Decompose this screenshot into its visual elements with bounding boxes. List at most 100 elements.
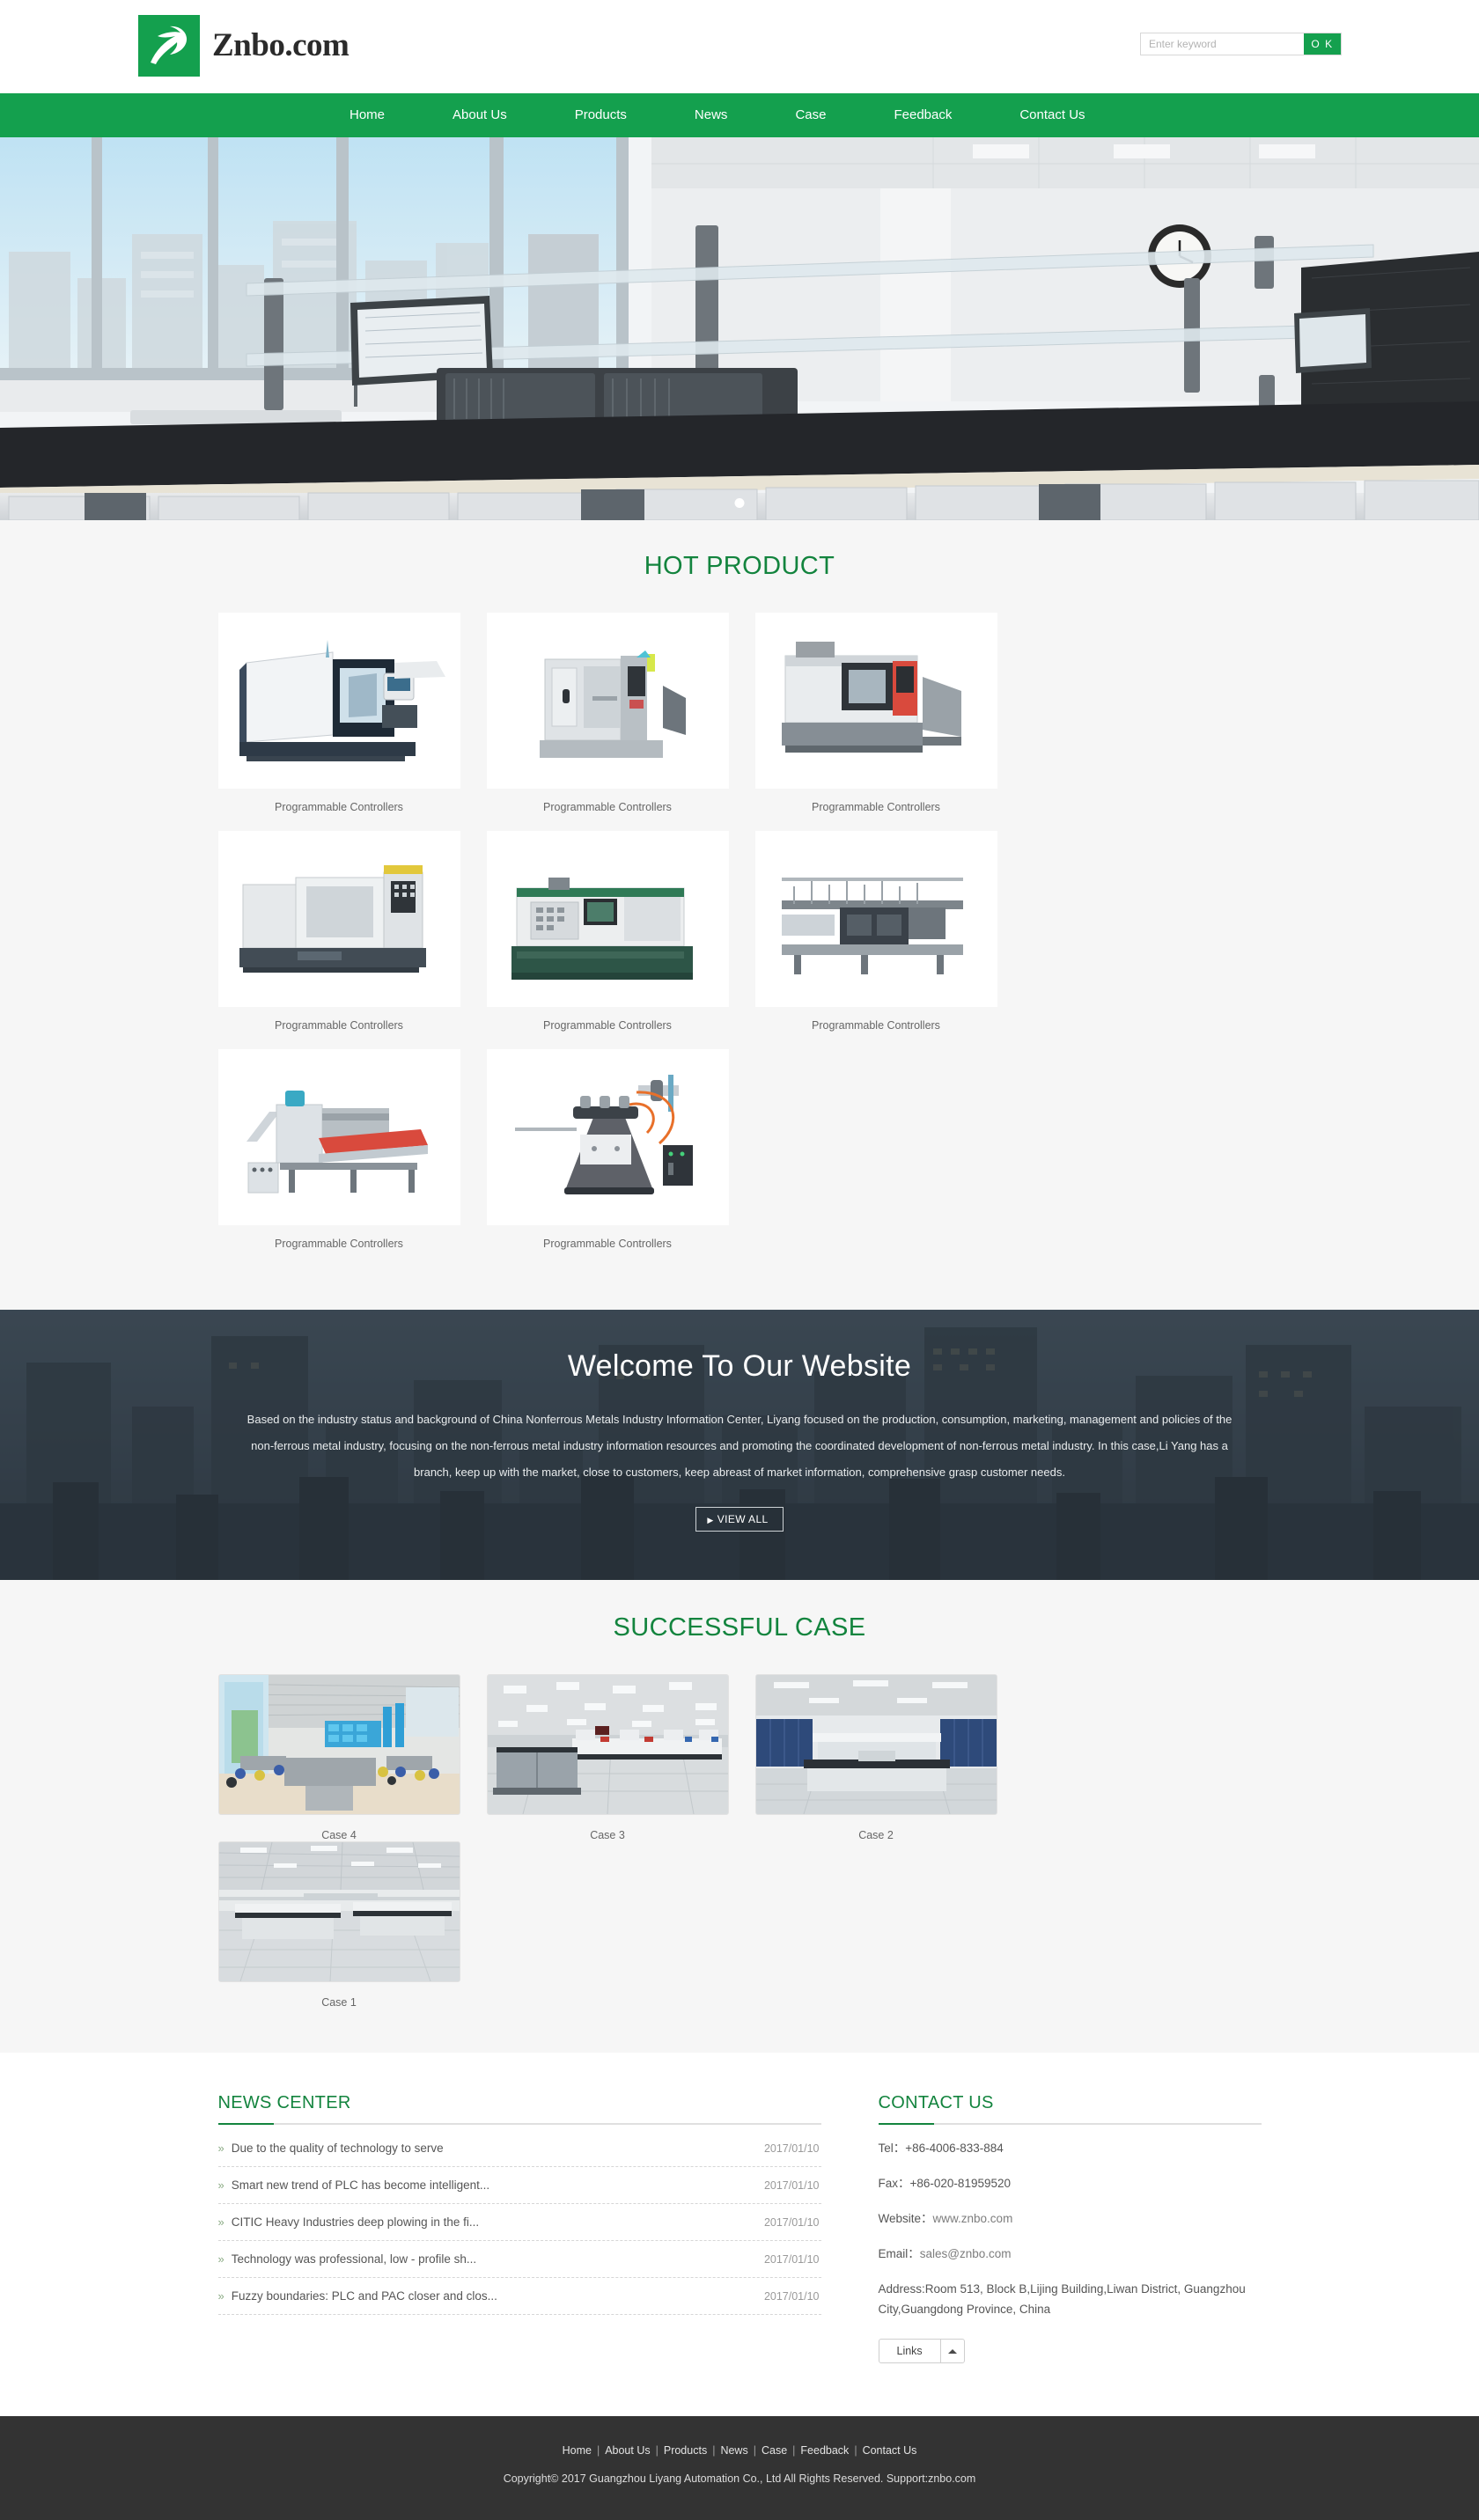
chevron-up-icon[interactable] <box>939 2340 964 2362</box>
product-card[interactable]: Programmable Controllers <box>486 1049 729 1257</box>
welcome-title: Welcome To Our Website <box>567 1349 912 1383</box>
double-angle-bullet-icon: » <box>217 2252 224 2266</box>
search-input[interactable] <box>1141 33 1304 55</box>
product-card[interactable]: Programmable Controllers <box>217 613 460 820</box>
links-dropdown[interactable]: Links <box>878 2339 965 2363</box>
contact-title-rule <box>878 2123 1262 2125</box>
product-card[interactable]: Programmable Controllers <box>486 613 729 820</box>
footer-nav-item-contact-us[interactable]: Contact Us <box>859 2444 921 2457</box>
product-image-cnc-lathe-machine[interactable] <box>217 613 460 789</box>
product-image-cnc-turning-lathe[interactable] <box>754 613 997 789</box>
news-list-item[interactable]: » Technology was professional, low - prof… <box>217 2241 821 2278</box>
product-image-glass-drilling-machine[interactable] <box>486 1049 729 1225</box>
footer-nav-item-products[interactable]: Products <box>660 2444 710 2457</box>
product-card[interactable]: Programmable Controllers <box>754 831 997 1039</box>
nav-item-feedback[interactable]: Feedback <box>874 93 971 137</box>
contact-tel: Tel：+86-4006-833-884 <box>879 2130 1262 2165</box>
contact-us-column: CONTACT US Tel：+86-4006-833-884 Fax：+86-… <box>878 2093 1262 2363</box>
footer-nav-separator: | <box>655 2444 659 2457</box>
product-caption: Programmable Controllers <box>812 801 940 813</box>
news-list-item[interactable]: » Due to the quality of technology to ser… <box>217 2130 821 2167</box>
product-caption: Programmable Controllers <box>275 1238 403 1250</box>
nav-item-case[interactable]: Case <box>776 93 845 137</box>
nav-item-news[interactable]: News <box>675 93 747 137</box>
news-title-rule <box>217 2123 821 2125</box>
hero-banner <box>0 137 1479 520</box>
successful-case-section: SUCCESSFUL CASE Case 4 Case 3 Case 2 Cas… <box>0 1580 1479 2053</box>
view-all-button[interactable]: ▶ VIEW ALL <box>695 1507 784 1532</box>
case-card[interactable]: Case 4 <box>217 1674 460 1841</box>
news-center-title: NEWS CENTER <box>217 2093 351 2112</box>
nav-item-home[interactable]: Home <box>330 93 404 137</box>
case-card[interactable]: Case 1 <box>217 1841 460 2009</box>
news-list-item[interactable]: » Fuzzy boundaries: PLC and PAC closer an… <box>217 2278 821 2315</box>
nav-item-contact-us[interactable]: Contact Us <box>1000 93 1104 137</box>
hot-product-grid: Programmable Controllers Programmable Co… <box>217 613 1262 1267</box>
contact-website-value[interactable]: www.znbo.com <box>933 2212 1013 2225</box>
contact-fax-value: +86-020-81959520 <box>909 2177 1011 2190</box>
product-image-cnc-milling-center[interactable] <box>486 613 729 789</box>
product-caption: Programmable Controllers <box>812 1019 940 1032</box>
product-card[interactable]: Programmable Controllers <box>217 831 460 1039</box>
news-item-title[interactable]: Smart new trend of PLC has become intell… <box>232 2178 489 2192</box>
nav-item-products[interactable]: Products <box>556 93 646 137</box>
double-angle-bullet-icon: » <box>217 2142 224 2155</box>
double-angle-bullet-icon: » <box>217 2178 224 2192</box>
case-image-lab-large-hall[interactable] <box>217 1841 460 1982</box>
main-navigation: Home About Us Products News Case Feedback Cont… <box>0 93 1479 137</box>
logo-text: Znbo.com <box>212 27 350 63</box>
contact-fax: Fax：+86-020-81959520 <box>879 2165 1262 2200</box>
contact-fax-label: Fax： <box>878 2177 910 2190</box>
news-list-item[interactable]: » CITIC Heavy Industries deep plowing in … <box>217 2204 821 2241</box>
case-image-lab-blue-cabinets[interactable] <box>754 1674 997 1815</box>
news-item-title[interactable]: Due to the quality of technology to serv… <box>232 2142 444 2155</box>
news-center-column: NEWS CENTER » Due to the quality of techn… <box>217 2093 821 2363</box>
view-all-label: VIEW ALL <box>717 1513 769 1525</box>
product-image-cnc-benchtop-lathe[interactable] <box>486 831 729 1007</box>
footer-nav-item-home[interactable]: Home <box>559 2444 595 2457</box>
product-caption: Programmable Controllers <box>543 1019 672 1032</box>
contact-us-title: CONTACT US <box>878 2093 994 2112</box>
case-section-title: SUCCESSFUL CASE <box>613 1613 866 1642</box>
hot-product-section: HOT PRODUCT Programmable Controllers Pro… <box>0 520 1479 1310</box>
site-footer: Home | About Us | Products | News | Case | Feedbac… <box>0 2416 1479 2520</box>
case-caption: Case 4 <box>321 1829 357 1841</box>
product-image-glass-washing-machine[interactable] <box>217 1049 460 1225</box>
footer-nav-item-about-us[interactable]: About Us <box>601 2444 653 2457</box>
product-card[interactable]: Programmable Controllers <box>754 613 997 820</box>
product-image-cnc-slant-bed-lathe[interactable] <box>217 831 460 1007</box>
news-item-title[interactable]: Technology was professional, low - profi… <box>232 2252 476 2266</box>
footer-nav-separator: | <box>854 2444 857 2457</box>
nav-item-about-us[interactable]: About Us <box>433 93 526 137</box>
footer-navigation: Home | About Us | Products | News | Case | Feedbac… <box>0 2444 1479 2457</box>
product-caption: Programmable Controllers <box>275 1019 403 1032</box>
contact-tel-value: +86-4006-833-884 <box>905 2142 1004 2155</box>
case-caption: Case 2 <box>858 1829 894 1841</box>
case-image-lab-white-benches[interactable] <box>486 1674 729 1815</box>
news-item-date: 2017/01/10 <box>763 2215 820 2229</box>
footer-nav-item-news[interactable]: News <box>717 2444 751 2457</box>
news-list: » Due to the quality of technology to ser… <box>217 2130 821 2315</box>
contact-address: Address:Room 513, Block B,Lijing Buildin… <box>878 2282 1246 2316</box>
site-logo[interactable]: Znbo.com <box>138 15 350 77</box>
product-image-glass-edging-machine[interactable] <box>754 831 997 1007</box>
hero-slide-indicator-1[interactable] <box>734 498 745 508</box>
news-item-title[interactable]: Fuzzy boundaries: PLC and PAC closer and… <box>232 2289 497 2303</box>
footer-copyright: Copyright© 2017 Guangzhou Liyang Automat… <box>503 2472 976 2485</box>
footer-nav-item-case[interactable]: Case <box>758 2444 791 2457</box>
case-card[interactable]: Case 3 <box>486 1674 729 1841</box>
product-card[interactable]: Programmable Controllers <box>217 1049 460 1257</box>
product-card[interactable]: Programmable Controllers <box>486 831 729 1039</box>
site-header: Znbo.com O K <box>0 0 1479 93</box>
contact-email-value[interactable]: sales@znbo.com <box>920 2247 1012 2260</box>
search-box[interactable]: O K <box>1140 33 1342 55</box>
footer-nav-item-feedback[interactable]: Feedback <box>797 2444 852 2457</box>
triangle-right-icon: ▶ <box>707 1516 714 1524</box>
product-caption: Programmable Controllers <box>543 801 672 813</box>
news-item-title[interactable]: CITIC Heavy Industries deep plowing in t… <box>232 2215 479 2229</box>
case-image-lab-classroom-interior[interactable] <box>217 1674 460 1815</box>
case-card[interactable]: Case 2 <box>754 1674 997 1841</box>
news-list-item[interactable]: » Smart new trend of PLC has become intel… <box>217 2167 821 2204</box>
welcome-section: Welcome To Our Website Based on the indu… <box>0 1310 1479 1580</box>
search-submit-button[interactable]: O K <box>1304 33 1341 55</box>
